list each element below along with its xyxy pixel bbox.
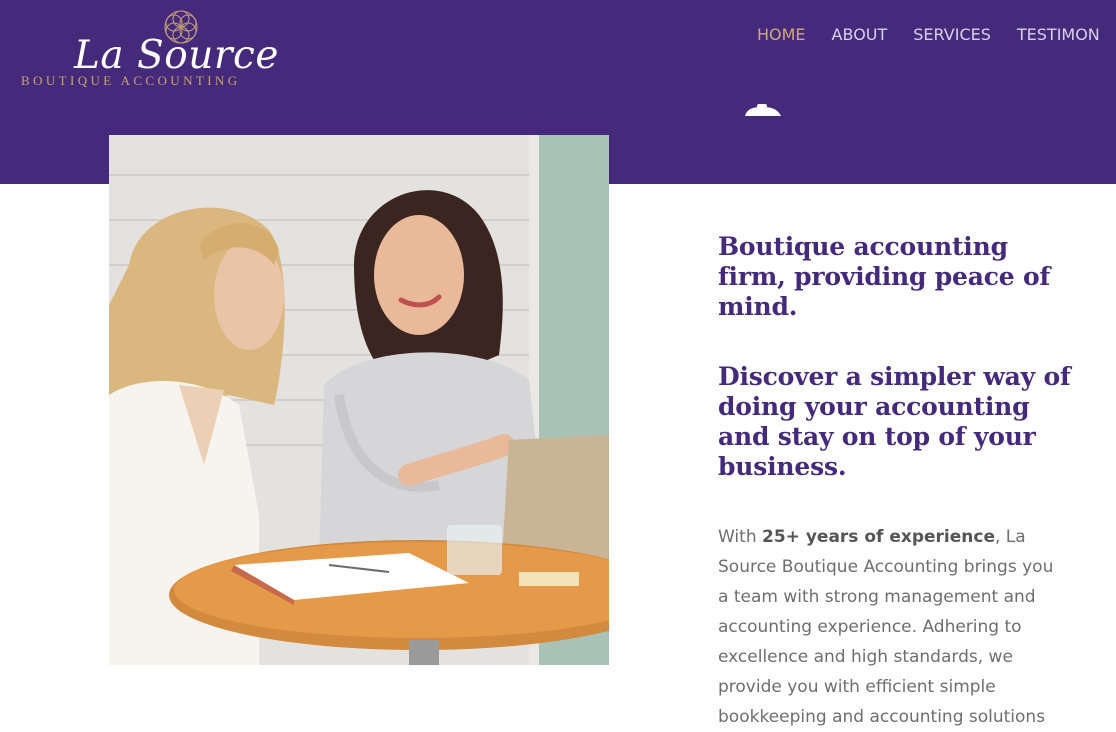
nav-item-services[interactable]: SERVICES xyxy=(900,22,1004,48)
intro-section: Boutique accounting firm, providing peac… xyxy=(718,232,1078,732)
hero-photo xyxy=(109,135,609,665)
nav-item-testimonials[interactable]: TESTIMON xyxy=(1004,22,1113,48)
intro-rest: , La Source Boutique Accounting brings y… xyxy=(718,527,1054,727)
main-nav: HOME ABOUT SERVICES TESTIMON xyxy=(744,22,1113,48)
brand-name: La Source xyxy=(74,33,279,78)
brand-subtitle: BOUTIQUE ACCOUNTING xyxy=(21,73,241,88)
site-logo[interactable]: La Source BOUTIQUE ACCOUNTING xyxy=(18,4,278,94)
scroll-down-icon[interactable] xyxy=(743,104,783,120)
photo-illustration xyxy=(109,135,609,665)
nav-item-about[interactable]: ABOUT xyxy=(819,22,901,48)
experience-highlight: 25+ years of experience xyxy=(762,527,995,547)
hero-tagline: Boutique accounting firm, providing peac… xyxy=(718,232,1051,321)
nav-item-home[interactable]: HOME xyxy=(744,22,819,48)
intro-paragraph: With 25+ years of experience, La Source … xyxy=(718,522,1058,732)
hero-subhead: Discover a simpler way of doing your acc… xyxy=(718,362,1071,481)
intro-prefix: With xyxy=(718,527,763,547)
